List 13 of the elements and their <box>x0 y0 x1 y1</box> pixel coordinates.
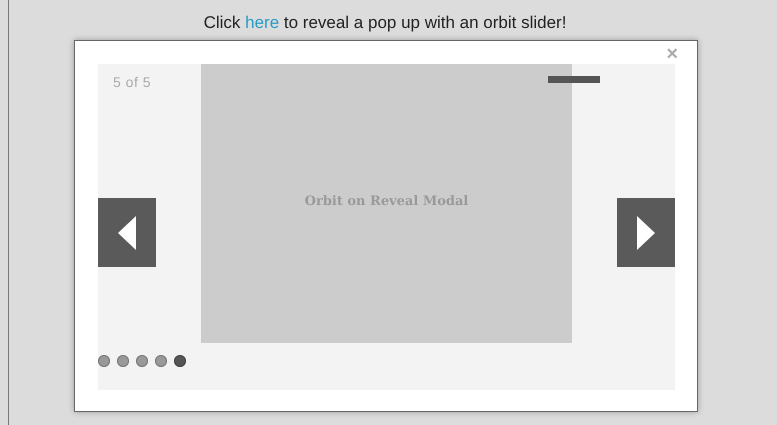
slide-bullet[interactable] <box>155 355 167 367</box>
slide-bullet[interactable] <box>174 355 186 367</box>
close-icon[interactable]: × <box>666 46 678 62</box>
left-triangle-icon <box>118 216 136 250</box>
previous-button[interactable] <box>98 198 156 267</box>
here-link[interactable]: here <box>245 13 280 32</box>
slide-bullet[interactable] <box>117 355 129 367</box>
slide-bullet[interactable] <box>136 355 148 367</box>
slide-bullet[interactable] <box>98 355 110 367</box>
intro-text: Click here to reveal a pop up with an orbit slider! <box>204 13 566 33</box>
slide-counter: 5 of 5 <box>113 74 152 90</box>
right-triangle-icon <box>637 216 655 250</box>
next-button[interactable] <box>617 198 675 267</box>
